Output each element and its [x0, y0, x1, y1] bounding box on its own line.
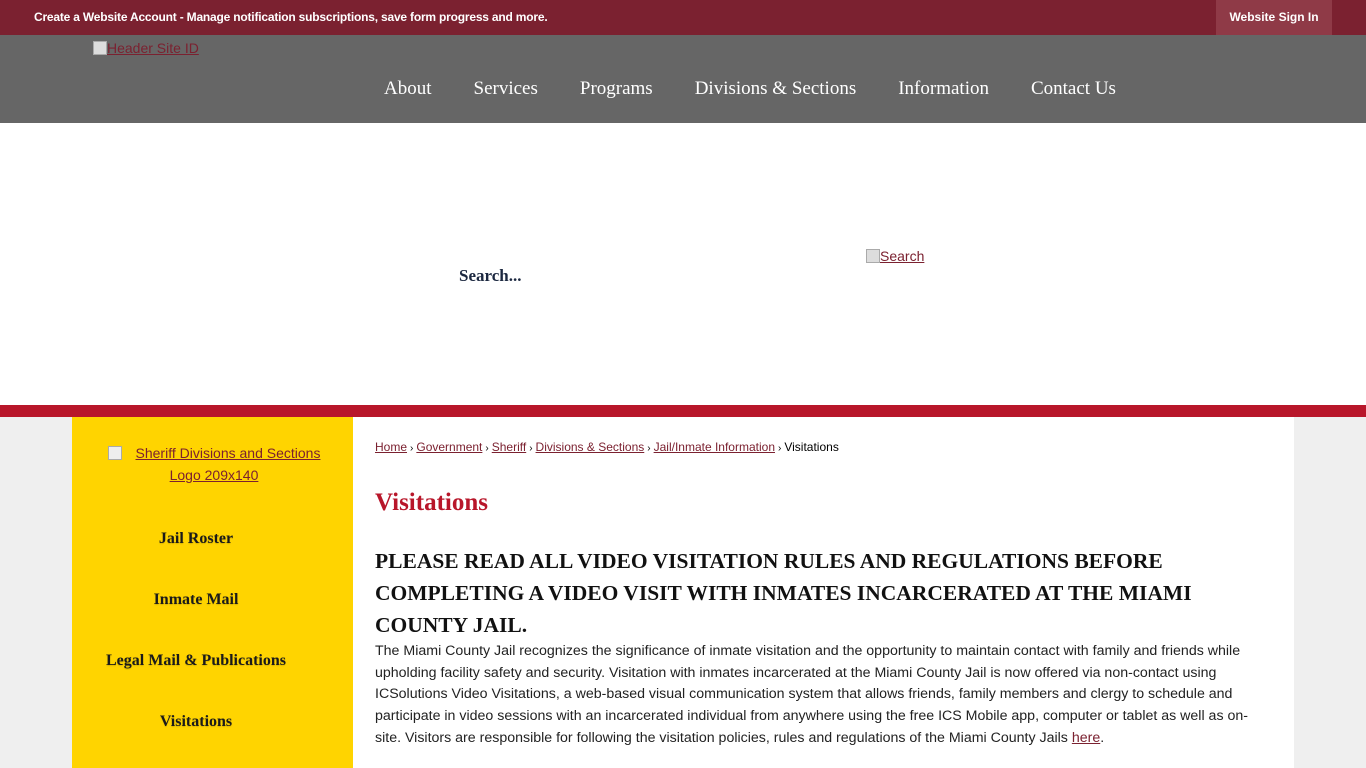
sidebar-item-jail-roster[interactable]: Jail Roster [72, 519, 320, 580]
account-banner: Create a Website Account - Manage notifi… [34, 0, 548, 35]
breadcrumb-separator: › [410, 443, 414, 454]
sidebar-item-legal-mail[interactable]: Legal Mail & Publications [72, 641, 320, 702]
sidebar-logo-link[interactable]: Sheriff Divisions and Sections Logo 209x… [94, 442, 334, 486]
broken-image-icon [107, 446, 122, 460]
breadcrumb: Home › Government › Sheriff › Divisions & Sect… [375, 440, 839, 454]
breadcrumb-separator: › [647, 443, 651, 454]
create-account-link[interactable]: Create a Website Account [34, 10, 177, 24]
sidebar-logo-alt: Sheriff Divisions and Sections Logo 209x… [135, 445, 321, 483]
broken-image-icon [93, 41, 107, 55]
broken-image-icon [866, 249, 880, 263]
nav-divisions-sections[interactable]: Divisions & Sections [674, 69, 878, 109]
breadcrumb-home[interactable]: Home [375, 440, 407, 454]
breadcrumb-sheriff[interactable]: Sheriff [492, 440, 526, 454]
main-content: Home › Government › Sheriff › Divisions & Sect… [353, 417, 1294, 768]
search-button-alt: Search [880, 248, 925, 264]
sidebar-item-visitations[interactable]: Visitations [72, 702, 320, 763]
page-subheading: PLEASE READ ALL VIDEO VISITATION RULES A… [375, 549, 1192, 637]
nav-programs[interactable]: Programs [559, 69, 674, 109]
page-body-text: The Miami County Jail recognizes the sig… [375, 643, 1248, 746]
site-header: Header Site ID About Services Programs D… [0, 35, 1366, 123]
accent-divider [0, 405, 1366, 417]
search-button[interactable]: Search [866, 248, 924, 264]
breadcrumb-divisions-sections[interactable]: Divisions & Sections [536, 440, 645, 454]
sidebar: Sheriff Divisions and Sections Logo 209x… [72, 417, 353, 768]
sidebar-item-inmate-mail[interactable]: Inmate Mail [72, 580, 320, 641]
breadcrumb-current: Visitations [784, 440, 839, 454]
search-band: Search... Search [0, 123, 1366, 405]
breadcrumb-separator: › [529, 443, 533, 454]
page-body: The Miami County Jail recognizes the sig… [375, 641, 1267, 750]
page-body-end: . [1100, 729, 1105, 746]
top-utility-bar: Create a Website Account - Manage notifi… [0, 0, 1366, 35]
sidebar-nav: Jail Roster Inmate Mail Legal Mail & Pub… [72, 519, 320, 763]
breadcrumb-separator: › [485, 443, 489, 454]
header-logo-link[interactable]: Header Site ID [93, 40, 199, 56]
breadcrumb-separator: › [778, 443, 782, 454]
page-title: Visitations [375, 489, 488, 516]
nav-services[interactable]: Services [453, 69, 559, 109]
account-banner-desc: - Manage notification subscriptions, sav… [176, 10, 548, 24]
breadcrumb-government[interactable]: Government [416, 440, 482, 454]
website-sign-in-button[interactable]: Website Sign In [1216, 0, 1332, 35]
nav-information[interactable]: Information [877, 69, 1010, 109]
main-nav: About Services Programs Divisions & Sect… [363, 69, 1137, 109]
nav-contact-us[interactable]: Contact Us [1010, 69, 1137, 109]
breadcrumb-jail-inmate-information[interactable]: Jail/Inmate Information [654, 440, 775, 454]
rules-link[interactable]: here [1072, 730, 1100, 746]
nav-about[interactable]: About [363, 69, 453, 109]
search-input[interactable]: Search... [459, 266, 522, 286]
header-logo-alt: Header Site ID [107, 40, 199, 56]
